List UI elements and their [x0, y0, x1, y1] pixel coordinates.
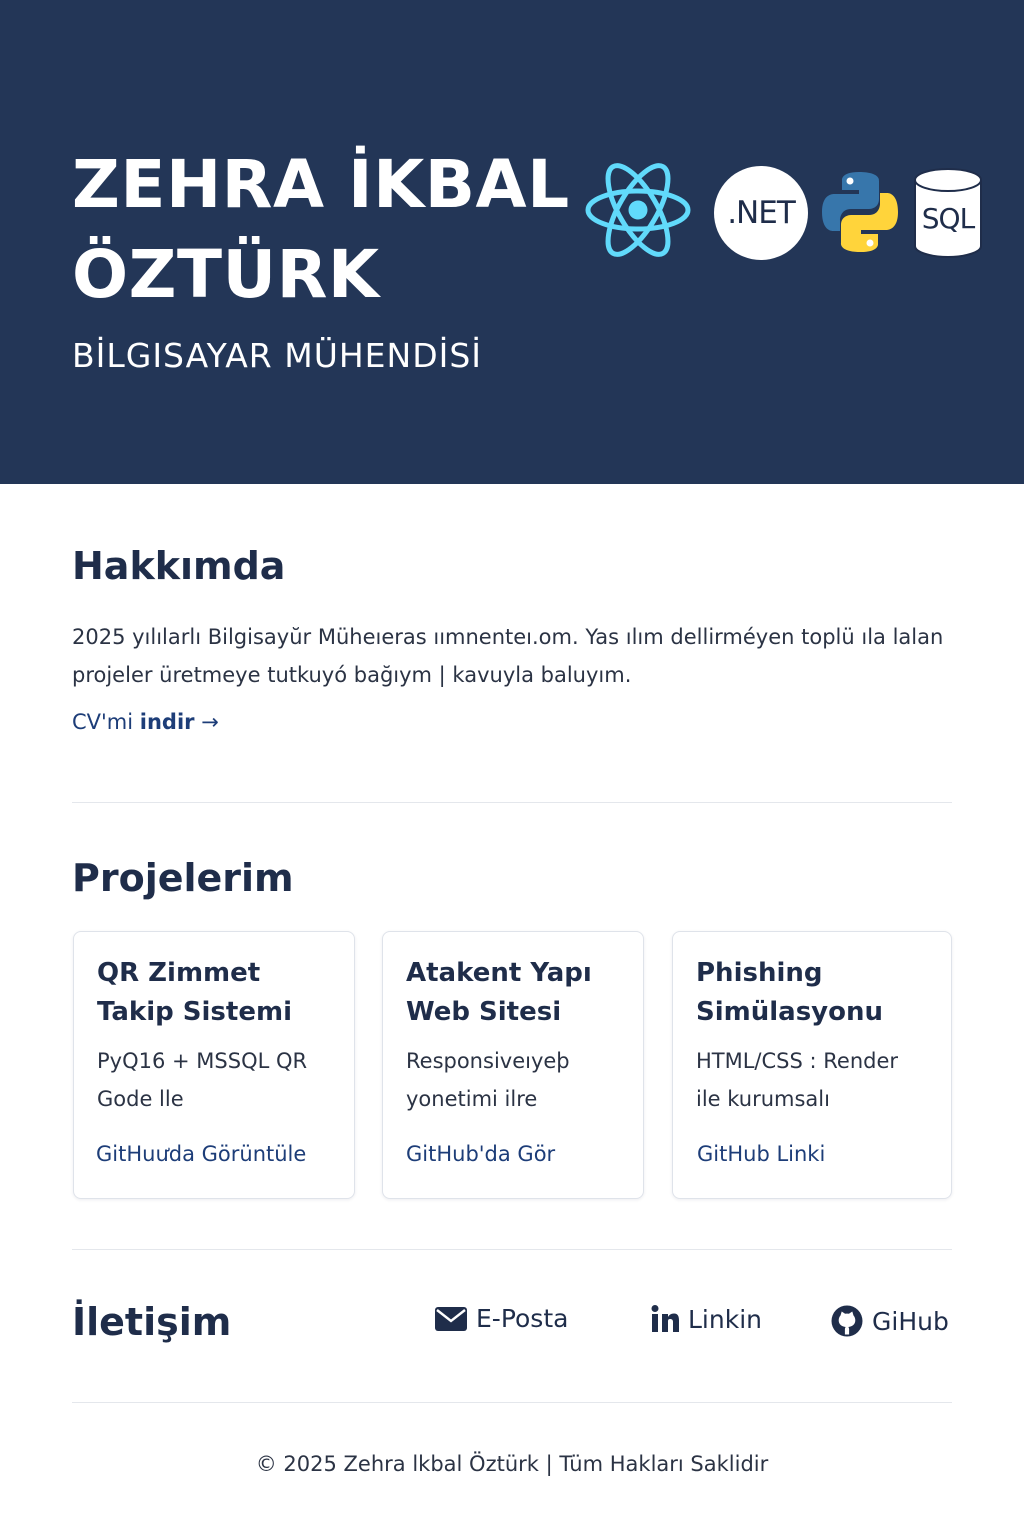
- contact-heading: İletişim: [72, 1300, 232, 1344]
- sql-database-icon: SQL: [912, 164, 984, 260]
- about-heading: Hakkımda: [72, 544, 286, 588]
- cv-link-bold: indir: [139, 710, 195, 734]
- hero-name-line2: ÖZTÜRK: [72, 236, 380, 313]
- hero-name: ZEHRA İKBAL ÖZTÜRK: [72, 140, 570, 320]
- project-title: QR Zimmet Takip Sistemi: [97, 958, 292, 1027]
- github-icon: [831, 1305, 863, 1337]
- about-text: 2025 yılılarlı Bilgisayŭr Müheıeras ıımn…: [72, 625, 944, 687]
- divider: [72, 1402, 952, 1403]
- project-description: PyQ16 + MSSQL QR Gode lle: [97, 1049, 308, 1111]
- github-link[interactable]: GiHub: [830, 1304, 949, 1338]
- project-github-link[interactable]: GitHub Linki: [697, 1142, 825, 1166]
- hero-name-line1: ZEHRA İKBAL: [72, 146, 570, 223]
- project-github-link[interactable]: GitHub'da Gör: [406, 1142, 555, 1166]
- python-icon: [822, 172, 898, 252]
- linkedin-label: Linkin: [688, 1304, 762, 1334]
- project-description: HTML/CSS : Render ile kurumsalı: [696, 1049, 899, 1111]
- sql-label: SQL: [921, 202, 975, 235]
- project-title: Phishing Simülasyonu: [696, 958, 884, 1027]
- email-link[interactable]: E-Posta: [434, 1304, 568, 1333]
- cv-download-link[interactable]: CV'mi indir →: [72, 710, 219, 734]
- react-icon: [585, 163, 691, 257]
- email-label: E-Posta: [476, 1304, 569, 1333]
- envelope-icon: [435, 1306, 467, 1331]
- hero-header: ZEHRA İKBAL ÖZTÜRK BİLGISAYAR MÜHENDİSİ …: [0, 0, 1024, 484]
- project-description: Responsiveıyeþ yonetimi ilre: [406, 1049, 570, 1111]
- github-label: GiHub: [872, 1306, 949, 1336]
- linkedin-link[interactable]: Linkin: [650, 1304, 762, 1334]
- project-github-link[interactable]: GitHuưda Görüntüle: [96, 1142, 306, 1166]
- divider: [72, 1249, 952, 1250]
- cv-link-prefix: CV'mi: [72, 710, 140, 734]
- project-title: Atakent Yapı Web Sitesi: [406, 958, 592, 1027]
- footer-copyright: © 2025 Zehra lkbal Öztürk | Tüm Hakları …: [255, 1452, 769, 1476]
- linkedin-icon: [651, 1305, 679, 1332]
- projects-heading: Projelerim: [72, 856, 294, 900]
- hero-role: BİLGISAYAR MÜHENDİSİ: [72, 336, 483, 375]
- dotnet-icon: .NET: [714, 166, 808, 260]
- divider: [72, 802, 952, 803]
- arrow-right-icon: →: [201, 710, 219, 734]
